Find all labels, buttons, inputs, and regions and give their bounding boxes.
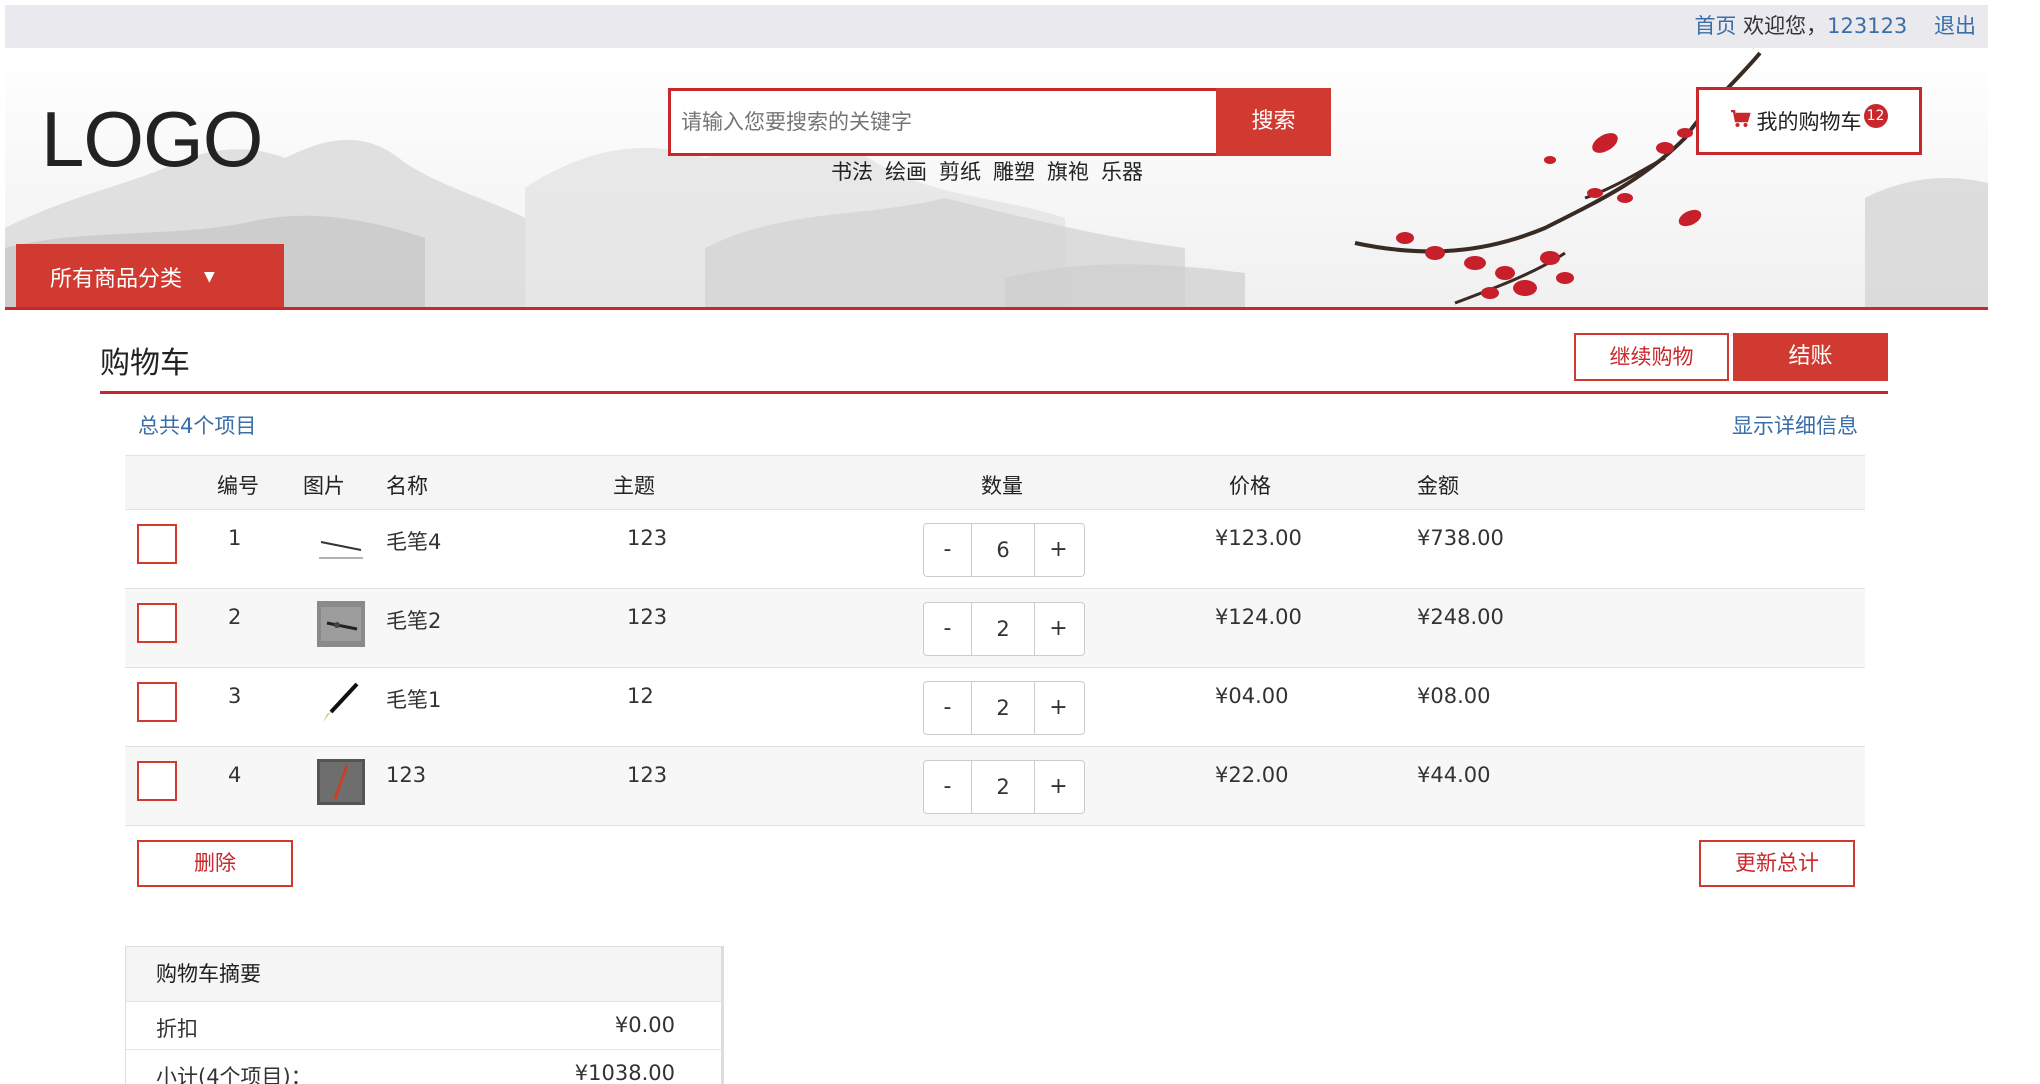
row-number: 4	[228, 763, 242, 787]
table-row: 1 毛笔4 123 - 6 + ¥123.00 ¥738.00	[125, 510, 1865, 589]
subtotal-value: ¥1038.00	[574, 1061, 675, 1084]
table-row: 4 123 123 - 2 + ¥22.00 ¥44.00	[125, 747, 1865, 826]
home-link[interactable]: 首页	[1694, 14, 1736, 38]
search-bar: 搜索	[668, 88, 1331, 156]
subtotal-label: 小计(4个项目)：	[156, 1065, 312, 1084]
product-thumbnail[interactable]	[317, 601, 365, 647]
show-details-link[interactable]: 显示详细信息	[1732, 410, 1858, 440]
column-header-name: 名称	[386, 474, 428, 498]
quantity-value[interactable]: 2	[971, 761, 1035, 813]
product-thumbnail[interactable]	[317, 759, 365, 805]
increase-button[interactable]: +	[1035, 524, 1082, 576]
column-header-theme: 主题	[613, 474, 655, 498]
hot-keyword[interactable]: 旗袍	[1047, 160, 1089, 184]
product-theme: 12	[627, 684, 654, 708]
increase-button[interactable]: +	[1035, 682, 1082, 734]
cart-summary: 购物车摘要 折扣 ¥0.00 小计(4个项目)： ¥1038.00	[125, 946, 724, 1084]
item-count-text: 总共4个项目	[138, 414, 257, 438]
decrease-button[interactable]: -	[924, 603, 971, 655]
logout-link[interactable]: 退出	[1934, 14, 1976, 38]
table-row: 3 毛笔1 12 - 2 + ¥04.00 ¥08.00	[125, 668, 1865, 747]
top-bar: 首页 欢迎您，123123 退出	[5, 5, 1988, 48]
product-theme: 123	[627, 605, 668, 629]
line-amount: ¥738.00	[1417, 526, 1504, 550]
table-row: 2 毛笔2 123 - 2 + ¥124.00 ¥248.00	[125, 589, 1865, 668]
quantity-stepper: - 6 +	[923, 523, 1085, 577]
decrease-button[interactable]: -	[924, 682, 971, 734]
cart-table: 编号 图片 名称 主题 数量 价格 金额 1 毛笔4 123 - 6 + ¥12…	[125, 455, 1865, 826]
all-categories-button[interactable]: 所有商品分类 ▼	[16, 244, 284, 307]
unit-price: ¥04.00	[1215, 684, 1289, 708]
hot-keyword[interactable]: 书法	[831, 160, 873, 184]
site-header: LOGO 搜索 书法绘画剪纸雕塑旗袍乐器 我的购物车 12 所有商品分类 ▼	[5, 48, 1988, 310]
quantity-stepper: - 2 +	[923, 681, 1085, 735]
summary-discount-row: 折扣 ¥0.00	[126, 1002, 721, 1050]
page-title: 购物车	[100, 346, 190, 381]
column-header-no: 编号	[217, 474, 259, 498]
product-theme: 123	[627, 526, 668, 550]
top-links: 首页 欢迎您，123123 退出	[1694, 11, 1976, 41]
product-name[interactable]: 123	[386, 763, 426, 787]
quantity-value[interactable]: 2	[971, 603, 1035, 655]
unit-price: ¥22.00	[1215, 763, 1289, 787]
product-name[interactable]: 毛笔4	[386, 526, 441, 556]
quantity-value[interactable]: 6	[971, 524, 1035, 576]
product-name[interactable]: 毛笔1	[386, 684, 441, 714]
my-cart-label: 我的购物车	[1756, 110, 1862, 134]
site-logo[interactable]: LOGO	[41, 100, 263, 178]
hot-keyword[interactable]: 雕塑	[993, 160, 1035, 184]
hot-keywords: 书法 绘画 剪纸 雕塑 旗袍 乐器	[831, 156, 1155, 186]
my-cart-button[interactable]: 我的购物车 12	[1696, 87, 1922, 155]
summary-subtotal-row: 小计(4个项目)： ¥1038.00	[126, 1050, 721, 1084]
discount-value: ¥0.00	[614, 1013, 675, 1037]
hot-keyword[interactable]: 剪纸	[939, 160, 981, 184]
row-checkbox[interactable]	[137, 761, 177, 801]
line-amount: ¥44.00	[1417, 763, 1491, 787]
search-button[interactable]: 搜索	[1216, 88, 1331, 156]
hot-keyword[interactable]: 乐器	[1101, 160, 1143, 184]
welcome-text: 欢迎您，	[1743, 14, 1828, 38]
increase-button[interactable]: +	[1035, 761, 1082, 813]
row-checkbox[interactable]	[137, 524, 177, 564]
continue-shopping-button[interactable]: 继续购物	[1574, 333, 1729, 381]
decrease-button[interactable]: -	[924, 524, 971, 576]
cart-count-badge: 12	[1863, 104, 1888, 128]
row-number: 3	[228, 684, 242, 708]
line-amount: ¥248.00	[1417, 605, 1504, 629]
product-name[interactable]: 毛笔2	[386, 605, 441, 635]
row-number: 1	[228, 526, 242, 550]
quantity-stepper: - 2 +	[923, 760, 1085, 814]
increase-button[interactable]: +	[1035, 603, 1082, 655]
delete-button[interactable]: 删除	[137, 840, 293, 887]
checkout-button[interactable]: 结账	[1733, 333, 1888, 381]
table-header: 编号 图片 名称 主题 数量 价格 金额	[125, 455, 1865, 510]
hot-keyword[interactable]: 绘画	[885, 160, 927, 184]
title-divider	[100, 391, 1888, 394]
cart-icon	[1730, 109, 1751, 133]
column-header-image: 图片	[303, 474, 345, 498]
quantity-value[interactable]: 2	[971, 682, 1035, 734]
row-checkbox[interactable]	[137, 603, 177, 643]
product-thumbnail[interactable]	[317, 680, 365, 726]
row-number: 2	[228, 605, 242, 629]
quantity-stepper: - 2 +	[923, 602, 1085, 656]
discount-label: 折扣	[156, 1017, 198, 1041]
product-theme: 123	[627, 763, 668, 787]
unit-price: ¥124.00	[1215, 605, 1302, 629]
column-header-amount: 金额	[1417, 474, 1459, 498]
username-link[interactable]: 123123	[1827, 14, 1907, 38]
update-total-button[interactable]: 更新总计	[1699, 840, 1855, 887]
column-header-price: 价格	[1229, 474, 1271, 498]
caret-down-icon: ▼	[204, 269, 215, 285]
line-amount: ¥08.00	[1417, 684, 1491, 708]
column-header-qty: 数量	[981, 474, 1023, 498]
search-input[interactable]	[668, 88, 1216, 156]
decrease-button[interactable]: -	[924, 761, 971, 813]
all-categories-label: 所有商品分类	[50, 267, 183, 292]
row-checkbox[interactable]	[137, 682, 177, 722]
summary-title: 购物车摘要	[126, 946, 721, 1002]
product-thumbnail[interactable]	[317, 522, 365, 568]
unit-price: ¥123.00	[1215, 526, 1302, 550]
